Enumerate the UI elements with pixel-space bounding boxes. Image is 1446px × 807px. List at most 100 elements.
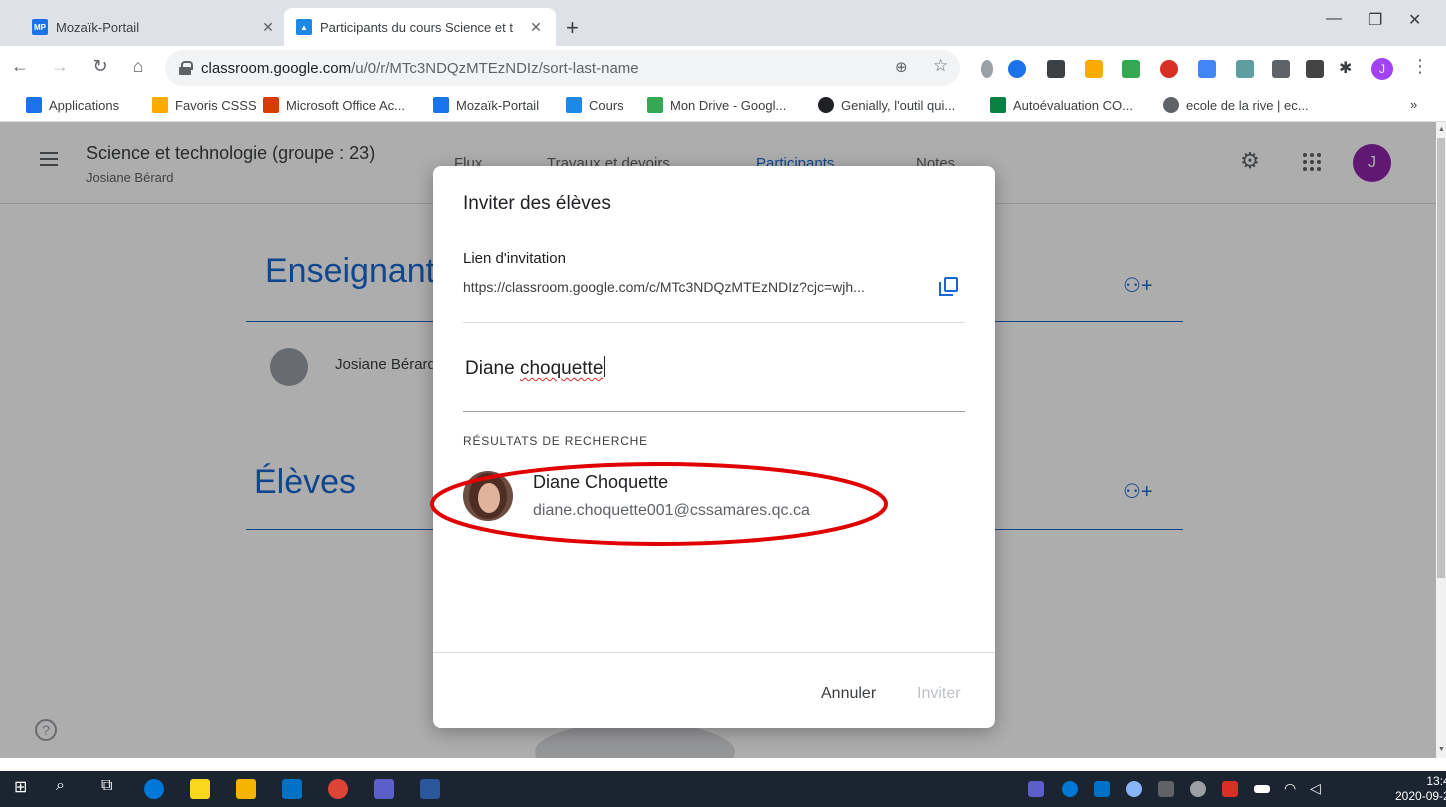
search-underline	[463, 411, 965, 412]
cancel-button[interactable]: Annuler	[821, 685, 876, 703]
bookmark-label: Autoévaluation CO...	[1013, 97, 1133, 113]
zoom-icon[interactable]: ⊕	[895, 58, 908, 76]
new-tab-button[interactable]: +	[566, 15, 579, 41]
extension-icon[interactable]	[1236, 60, 1254, 78]
extension-icon[interactable]	[981, 60, 993, 78]
volume-icon[interactable]: ◁	[1310, 780, 1321, 797]
close-window-icon[interactable]: ✕	[1408, 10, 1421, 30]
dialog-footer-divider	[433, 652, 995, 653]
home-icon[interactable]: ⌂	[126, 56, 150, 77]
invite-button[interactable]: Inviter	[917, 685, 961, 703]
scroll-up-icon[interactable]: ▲	[1438, 126, 1445, 133]
page-scrollbar[interactable]: ▲ ▼	[1436, 122, 1446, 758]
search-results-label: RÉSULTATS DE RECHERCHE	[463, 434, 648, 448]
bookmark-cours[interactable]: Cours	[566, 97, 624, 113]
genially-icon	[818, 97, 834, 113]
back-icon[interactable]: ←	[8, 56, 32, 77]
tray-app-icon[interactable]	[1126, 781, 1142, 797]
forward-icon[interactable]: →	[48, 56, 72, 77]
edge-icon[interactable]	[144, 779, 164, 799]
close-tab-icon[interactable]: ✕	[260, 19, 276, 36]
copy-link-icon[interactable]	[938, 276, 960, 298]
search-icon[interactable]: ⌕	[56, 777, 65, 795]
bookmark-office[interactable]: Microsoft Office Ac...	[263, 97, 405, 113]
extension-icon[interactable]	[1008, 60, 1026, 78]
bookmark-label: Applications	[49, 97, 120, 113]
bookmark-autoevaluation[interactable]: Autoévaluation CO...	[990, 97, 1133, 113]
minimize-icon[interactable]: —	[1326, 10, 1342, 28]
browser-tab-participants[interactable]: ▲ Participants du cours Science et t ✕	[284, 8, 556, 46]
folder-icon	[152, 97, 168, 113]
teams-tray-icon[interactable]	[1028, 781, 1044, 797]
windows-start-icon[interactable]: ⊞	[14, 777, 27, 797]
task-view-icon[interactable]: ⧉	[101, 777, 112, 795]
extension-icon[interactable]	[1272, 60, 1290, 78]
scrollbar-thumb[interactable]	[1437, 138, 1445, 578]
bookmark-label: ecole de la rive | ec...	[1186, 97, 1309, 113]
student-search-input[interactable]: Diane choquette	[465, 356, 606, 380]
url-path: /u/0/r/MTc3NDQzMTEzNDIz/sort-last-name	[351, 59, 639, 77]
bookmark-mozaik[interactable]: Mozaïk-Portail	[433, 97, 539, 113]
close-tab-icon[interactable]: ✕	[528, 19, 544, 36]
bookmark-favoris[interactable]: Favoris CSSS	[152, 97, 257, 113]
search-text-second: choquette	[519, 358, 604, 379]
extension-icon[interactable]	[1306, 60, 1324, 78]
tab-title: Participants du cours Science et t	[320, 19, 513, 35]
chrome-icon[interactable]	[328, 779, 348, 799]
address-bar[interactable]: classroom.google.com/u/0/r/MTc3NDQzMTEzN…	[165, 50, 960, 86]
wifi-icon[interactable]: ◠	[1284, 780, 1296, 797]
clock-time: 13:41	[1426, 774, 1446, 788]
extension-icon[interactable]	[1085, 60, 1103, 78]
text-caret	[604, 356, 606, 377]
file-explorer-icon[interactable]	[236, 779, 256, 799]
sticky-notes-icon[interactable]	[190, 779, 210, 799]
battery-icon[interactable]	[1254, 785, 1270, 793]
bookmarks-more[interactable]: »	[1410, 97, 1417, 112]
restore-icon[interactable]: ❐	[1368, 10, 1382, 30]
outlook-tray-icon[interactable]	[1094, 781, 1110, 797]
drive-extension-icon[interactable]	[1122, 60, 1140, 78]
browser-tab-mozaik[interactable]: MP Mozaïk-Portail ✕	[20, 8, 288, 46]
bookmark-drive[interactable]: Mon Drive - Googl...	[647, 97, 786, 113]
tab-title: Mozaïk-Portail	[56, 19, 140, 35]
globe-icon	[1163, 97, 1179, 113]
translate-icon[interactable]	[1198, 60, 1216, 78]
invite-link[interactable]: https://classroom.google.com/c/MTc3NDQzM…	[463, 279, 923, 295]
bookmark-genially[interactable]: Genially, l'outil qui...	[818, 97, 955, 113]
invite-link-label: Lien d'invitation	[463, 250, 566, 267]
tray-app-icon[interactable]	[1190, 781, 1206, 797]
word-icon[interactable]	[420, 779, 440, 799]
bookmark-ecole[interactable]: ecole de la rive | ec...	[1163, 97, 1309, 113]
adblock-icon[interactable]	[1160, 60, 1178, 78]
apps-icon	[26, 97, 42, 113]
classroom-icon	[566, 97, 582, 113]
classroom-favicon-icon: ▲	[296, 19, 312, 35]
scroll-down-icon[interactable]: ▼	[1438, 746, 1445, 753]
highlight-annotation	[430, 462, 888, 546]
puzzle-extensions-icon[interactable]: ✱	[1339, 58, 1357, 77]
outlook-icon[interactable]	[282, 779, 302, 799]
tray-app-icon[interactable]	[1158, 781, 1174, 797]
tray-app-icon[interactable]	[1222, 781, 1238, 797]
teams-icon[interactable]	[374, 779, 394, 799]
invite-students-dialog: Inviter des élèves Lien d'invitation htt…	[430, 166, 995, 728]
bookmark-label: Favoris CSSS	[175, 97, 257, 113]
bookmark-star-icon[interactable]: ☆	[933, 56, 948, 76]
url-host: classroom.google.com	[201, 59, 352, 77]
bookmark-label: Cours	[589, 97, 624, 113]
bookmark-applications[interactable]: Applications	[26, 97, 119, 113]
dialog-divider	[463, 322, 965, 323]
reload-icon[interactable]: ↻	[88, 56, 112, 77]
bookmark-label: Genially, l'outil qui...	[841, 97, 956, 113]
more-menu-icon[interactable]: ⋮	[1408, 56, 1432, 77]
onedrive-icon[interactable]	[1062, 781, 1078, 797]
lock-icon	[179, 61, 193, 75]
bookmark-label: Mon Drive - Googl...	[670, 97, 787, 113]
taskbar-clock[interactable]: 13:412020-09-29	[1395, 774, 1446, 804]
search-text-first: Diane	[465, 358, 515, 379]
bookmark-label: Mozaïk-Portail	[456, 97, 540, 113]
screen: MP Mozaïk-Portail ✕ ▲ Participants du co…	[0, 0, 1446, 807]
profile-avatar[interactable]: J	[1371, 58, 1393, 80]
dialog-title: Inviter des élèves	[463, 193, 611, 214]
extension-icon[interactable]	[1047, 60, 1065, 78]
